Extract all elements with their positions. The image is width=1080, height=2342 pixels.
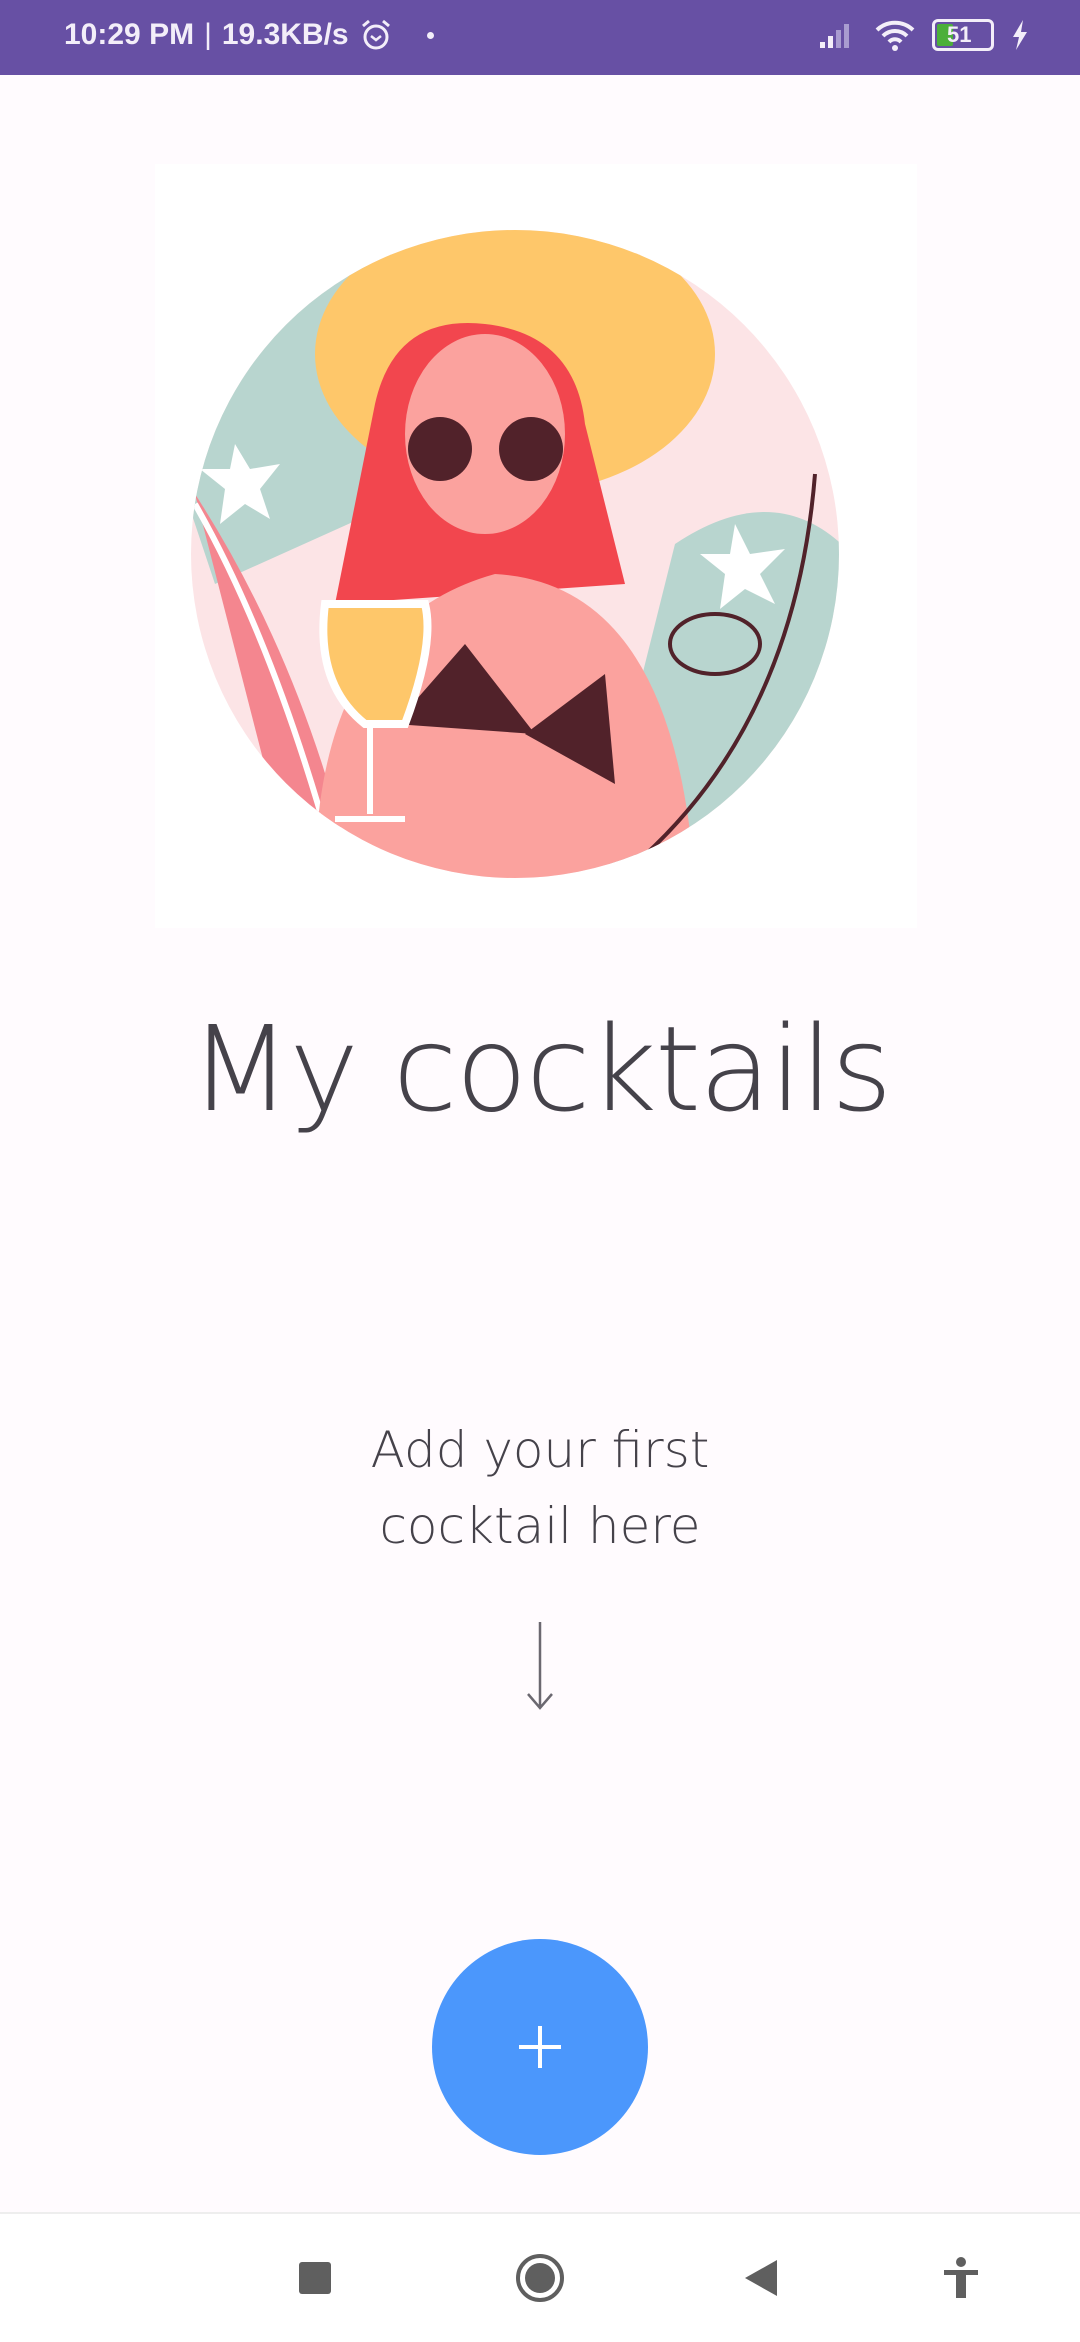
add-cocktail-button[interactable]: [432, 1939, 648, 2155]
plus-icon: [519, 2026, 561, 2068]
recents-button[interactable]: [287, 2250, 343, 2306]
wifi-icon: [875, 20, 915, 51]
battery-level: 51: [947, 22, 972, 47]
back-button[interactable]: [733, 2250, 789, 2306]
navigation-bar: [0, 2212, 1080, 2342]
alarm-icon: [361, 19, 390, 50]
back-icon: [745, 2260, 777, 2296]
empty-line-1: Add your first: [370, 1421, 710, 1479]
page-title: My cocktails: [189, 1000, 892, 1138]
charging-icon: [1013, 20, 1027, 50]
net-speed: 19.3KB/s: [221, 18, 349, 51]
status-separator: |: [204, 18, 212, 51]
accessibility-icon: [944, 2257, 978, 2298]
recents-icon: [299, 2262, 331, 2294]
status-bar: 10:29 PM | 19.3KB/s 51: [0, 0, 1080, 75]
empty-line-2: cocktail here: [379, 1497, 701, 1555]
signal-icon: [820, 24, 849, 48]
cocktail-illustration: [155, 164, 917, 928]
arrow-down-icon: [527, 1622, 553, 1710]
dot-icon: [426, 31, 434, 39]
battery-icon: 51: [932, 19, 994, 51]
status-time: 10:29 PM: [64, 18, 195, 51]
home-button[interactable]: [512, 2250, 568, 2306]
accessibility-button[interactable]: [933, 2250, 989, 2306]
home-icon: [516, 2254, 564, 2302]
empty-state-message: Add your first cocktail here: [0, 1412, 1080, 1564]
